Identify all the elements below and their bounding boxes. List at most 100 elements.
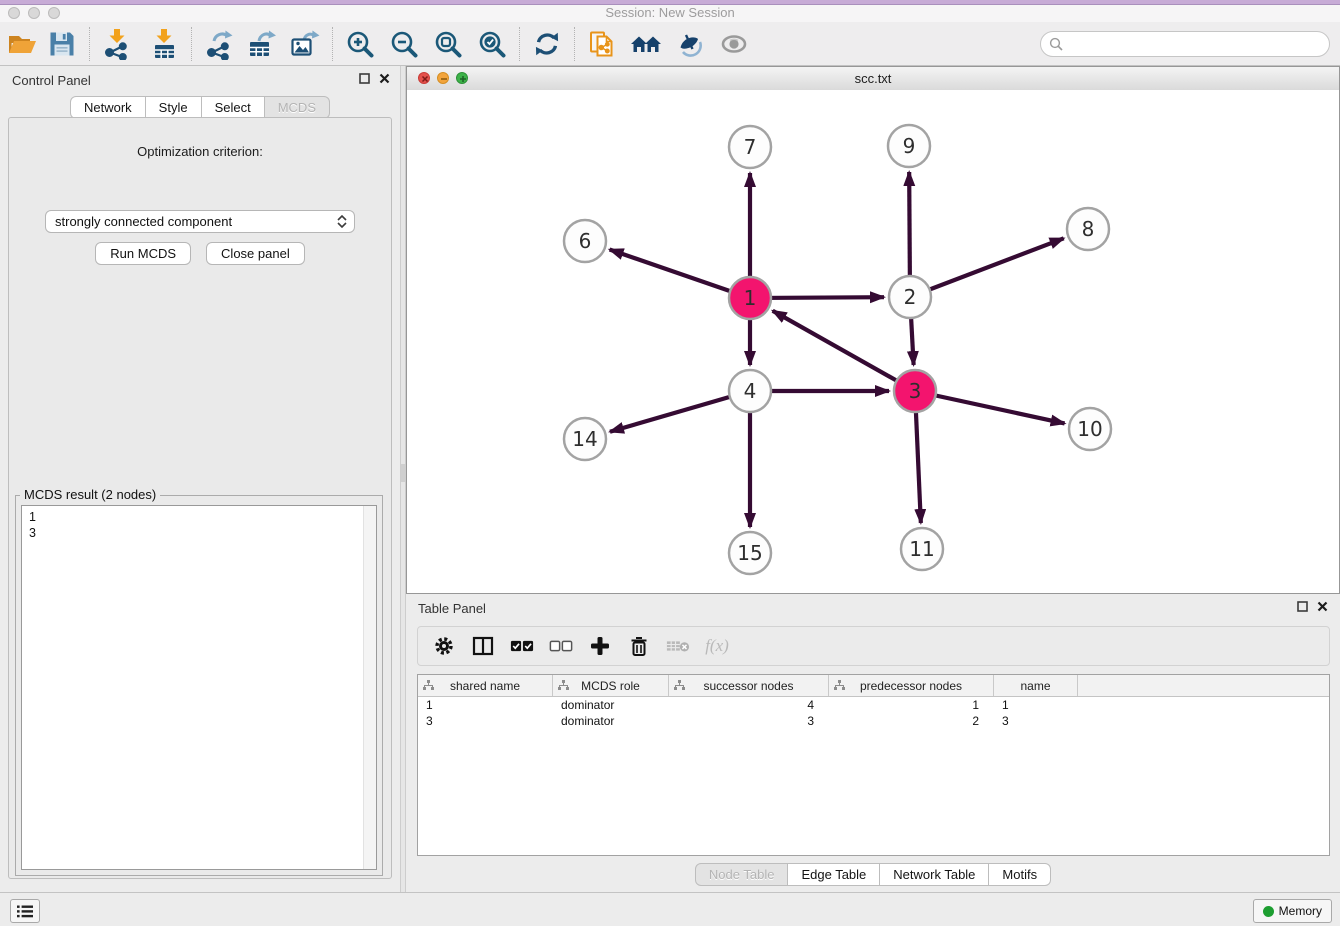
graph-node-10[interactable]: 10 <box>1069 408 1111 450</box>
delete-row-button[interactable] <box>627 634 651 658</box>
edge-3-10[interactable] <box>915 391 1065 423</box>
show-columns-button[interactable] <box>471 634 495 658</box>
delete-table-button[interactable] <box>666 634 690 658</box>
node-label: 8 <box>1082 217 1095 241</box>
tab-edge-table[interactable]: Edge Table <box>788 863 880 886</box>
cell-shared-name[interactable]: 1 <box>418 697 553 713</box>
float-panel-icon[interactable] <box>1297 601 1308 612</box>
close-panel-button[interactable]: Close panel <box>206 242 305 265</box>
node-label: 2 <box>904 285 917 309</box>
edge-2-8[interactable] <box>910 238 1064 297</box>
tab-select[interactable]: Select <box>202 96 265 119</box>
table-settings-button[interactable] <box>432 634 456 658</box>
control-panel: Control Panel NetworkStyleSelectMCDS Opt… <box>0 66 400 892</box>
node-label: 1 <box>744 286 757 310</box>
tab-style[interactable]: Style <box>146 96 202 119</box>
tab-network-table[interactable]: Network Table <box>880 863 989 886</box>
deselect-all-button[interactable] <box>549 634 573 658</box>
import-network-button[interactable] <box>97 24 137 64</box>
cell-MCDS-role[interactable]: dominator <box>553 713 669 729</box>
graph-node-3[interactable]: 3 <box>894 370 936 412</box>
zoom-selected-button[interactable] <box>472 24 512 64</box>
mcds-panel: Optimization criterion: strongly connect… <box>8 117 392 879</box>
column-header-predecessor-nodes[interactable]: predecessor nodes <box>829 675 994 696</box>
table-panel-title: Table Panel <box>418 601 486 616</box>
task-history-button[interactable] <box>10 899 40 923</box>
mcds-result-title: MCDS result (2 nodes) <box>20 487 160 502</box>
graph-node-9[interactable]: 9 <box>888 125 930 167</box>
criterion-dropdown[interactable]: strongly connected component <box>45 210 355 233</box>
optimization-criterion-label: Optimization criterion: <box>9 144 391 159</box>
table-row[interactable]: 1dominator411 <box>418 697 1329 713</box>
node-label: 10 <box>1077 417 1102 441</box>
refresh-button[interactable] <box>527 24 567 64</box>
save-session-button[interactable] <box>42 24 82 64</box>
cell-predecessor-nodes[interactable]: 1 <box>829 697 994 713</box>
column-header-name[interactable]: name <box>994 675 1078 696</box>
zoom-fit-button[interactable] <box>428 24 468 64</box>
memory-button[interactable]: Memory <box>1253 899 1332 923</box>
export-image-button[interactable] <box>285 24 325 64</box>
cell-predecessor-nodes[interactable]: 2 <box>829 713 994 729</box>
network-window-titlebar[interactable]: scc.txt <box>407 67 1339 91</box>
eye-icon <box>718 28 750 60</box>
cell-MCDS-role[interactable]: dominator <box>553 697 669 713</box>
import-table-button[interactable] <box>144 24 184 64</box>
graph-node-14[interactable]: 14 <box>564 418 606 460</box>
cell-shared-name[interactable]: 3 <box>418 713 553 729</box>
control-panel-header: Control Panel <box>0 66 400 93</box>
houses-icon <box>629 29 663 59</box>
home-layout-button[interactable] <box>626 24 666 64</box>
graph-node-11[interactable]: 11 <box>901 528 943 570</box>
zoom-in-button[interactable] <box>340 24 380 64</box>
close-panel-icon[interactable] <box>379 73 390 84</box>
search-input[interactable] <box>1068 36 1319 53</box>
export-table-button[interactable] <box>242 24 282 64</box>
control-panel-title: Control Panel <box>12 73 91 88</box>
export-network-button[interactable] <box>199 24 239 64</box>
cell-successor-nodes[interactable]: 3 <box>669 713 829 729</box>
zoom-out-button[interactable] <box>384 24 424 64</box>
close-panel-icon[interactable] <box>1317 601 1328 612</box>
gear-icon <box>433 635 455 657</box>
graph-node-15[interactable]: 15 <box>729 532 771 574</box>
show-graphics-details-button[interactable] <box>714 24 754 64</box>
float-panel-icon[interactable] <box>359 73 370 84</box>
function-builder-button[interactable]: f(x) <box>705 634 729 658</box>
new-network-from-selection-button[interactable] <box>582 24 622 64</box>
splitter-grip[interactable] <box>401 464 405 482</box>
select-all-button[interactable] <box>510 634 534 658</box>
edge-3-1[interactable] <box>773 311 915 391</box>
column-header-MCDS-role[interactable]: MCDS role <box>553 675 669 696</box>
columns-icon <box>472 635 494 657</box>
run-mcds-button[interactable]: Run MCDS <box>95 242 191 265</box>
graph-node-7[interactable]: 7 <box>729 126 771 168</box>
result-scrollbar[interactable] <box>363 506 376 869</box>
zoom-selected-icon <box>477 29 507 59</box>
graph-node-2[interactable]: 2 <box>889 276 931 318</box>
cell-name[interactable]: 1 <box>994 697 1078 713</box>
cell-name[interactable]: 3 <box>994 713 1078 729</box>
graph-node-8[interactable]: 8 <box>1067 208 1109 250</box>
node-label: 15 <box>737 541 762 565</box>
graph-node-4[interactable]: 4 <box>729 370 771 412</box>
delete-table-icon <box>666 638 690 654</box>
export-network-icon <box>203 28 235 60</box>
tab-network[interactable]: Network <box>70 96 146 119</box>
open-session-button[interactable] <box>2 24 42 64</box>
mcds-result-box[interactable]: 13 <box>21 505 377 870</box>
table-row[interactable]: 3dominator323 <box>418 713 1329 729</box>
network-canvas[interactable]: 7 9 6 8 1 2 4 3 14 10 15 11 <box>407 90 1339 593</box>
tab-node-table[interactable]: Node Table <box>695 863 789 886</box>
hide-graphics-details-button[interactable] <box>670 24 710 64</box>
cell-successor-nodes[interactable]: 4 <box>669 697 829 713</box>
add-row-button[interactable] <box>588 634 612 658</box>
graph-node-6[interactable]: 6 <box>564 220 606 262</box>
column-header-shared-name[interactable]: shared name <box>418 675 553 696</box>
graph-node-1[interactable]: 1 <box>729 277 771 319</box>
column-header-successor-nodes[interactable]: successor nodes <box>669 675 829 696</box>
unchecked-boxes-icon <box>549 639 573 653</box>
tab-mcds[interactable]: MCDS <box>265 96 330 119</box>
tab-motifs[interactable]: Motifs <box>989 863 1051 886</box>
edge-1-6[interactable] <box>610 249 750 298</box>
